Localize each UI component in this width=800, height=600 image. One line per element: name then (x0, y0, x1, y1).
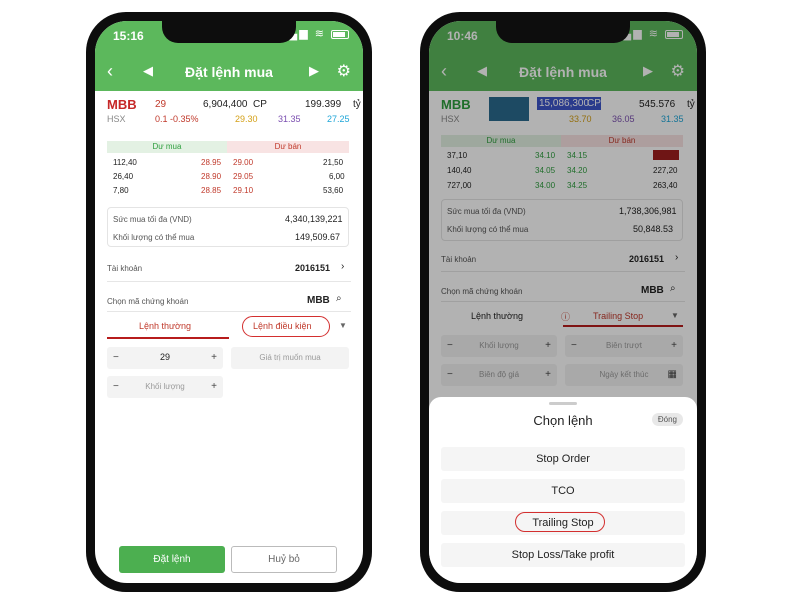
sell-header: Dư bán (227, 141, 349, 153)
option-tco[interactable]: TCO (441, 479, 685, 503)
selected-symbol: MBB (307, 295, 330, 306)
cancel-button[interactable]: Huỷ bỏ (231, 546, 337, 573)
order-form: MBB HSX 29 0.1 -0.35% 6,904,400 CP 199.3… (95, 91, 363, 583)
book-sell-vol: 53,60 (323, 186, 344, 195)
desired-value-placeholder: Giá trị muốn mua (259, 353, 321, 362)
ceiling-price: 31.35 (278, 114, 301, 124)
place-order-button[interactable]: Đặt lệnh (119, 546, 225, 573)
quantity-stepper[interactable]: − Khối lượng + (107, 376, 223, 398)
notch (496, 21, 630, 43)
book-sell-price[interactable]: 29.00 (233, 158, 253, 167)
page-title: Đặt lệnh mua (185, 64, 273, 80)
value-unit: tỷ (353, 99, 361, 110)
book-sell-vol: 21,50 (323, 158, 344, 167)
floor-price: 27.25 (327, 114, 350, 124)
option-stop-loss-take-profit[interactable]: Stop Loss/Take profit (441, 543, 685, 567)
caret-down-icon[interactable]: ▼ (339, 321, 347, 330)
book-buy-price[interactable]: 28.85 (201, 186, 221, 195)
order-type-sheet: Chọn lệnh Đóng Stop Order TCO Trailing S… (429, 397, 697, 583)
ref-price: 29.30 (235, 114, 258, 124)
gear-icon[interactable]: ⚙ (337, 61, 351, 81)
buy-header: Dư mua (107, 141, 227, 153)
tab-conditional-order[interactable]: Lệnh điều kiện (253, 321, 312, 331)
tab-normal-order[interactable]: Lệnh thường (139, 321, 191, 331)
book-buy-vol: 7,80 (113, 186, 129, 195)
phone-left: 15:16 ▂▄▆ ≋ ‹ ◀ Đặt lệnh mua ▶ ⚙ MBB HSX… (86, 12, 372, 592)
exchange: HSX (107, 114, 126, 124)
book-buy-price[interactable]: 28.95 (201, 158, 221, 167)
plus-icon[interactable]: + (211, 381, 217, 392)
price-stepper[interactable]: − 29 + (107, 347, 223, 369)
book-buy-vol: 112,40 (113, 158, 137, 167)
account-value: 2016151 (295, 263, 331, 273)
desired-value-field[interactable]: Giá trị muốn mua (231, 347, 349, 369)
total-value: 199.399 (305, 99, 342, 110)
total-volume: 6,904,400 (203, 99, 248, 110)
max-qty-value: 149,509.67 (295, 232, 341, 242)
screen-left: 15:16 ▂▄▆ ≋ ‹ ◀ Đặt lệnh mua ▶ ⚙ MBB HSX… (95, 21, 363, 583)
select-symbol-label: Chọn mã chứng khoán (107, 297, 189, 306)
account-label: Tài khoản (107, 264, 143, 273)
divider (107, 281, 351, 282)
next-symbol-icon[interactable]: ▶ (309, 63, 319, 79)
book-sell-price[interactable]: 29.10 (233, 186, 253, 195)
tab-active-underline (107, 337, 229, 339)
status-time: 15:16 (113, 29, 144, 43)
symbol: MBB (107, 97, 137, 112)
notch (162, 21, 296, 43)
max-buy-label: Sức mua tối đa (VND) (113, 215, 192, 224)
chevron-right-icon: › (341, 261, 345, 272)
sheet-close-button[interactable]: Đóng (651, 413, 683, 426)
phone-right: 10:46 ▂▄▆ ≋ ‹ ◀ Đặt lệnh mua ▶ ⚙ MBB HSX… (420, 12, 706, 592)
screen-right: 10:46 ▂▄▆ ≋ ‹ ◀ Đặt lệnh mua ▶ ⚙ MBB HSX… (429, 21, 697, 583)
option-stop-order[interactable]: Stop Order (441, 447, 685, 471)
divider (107, 311, 351, 312)
selected-option-outline (515, 512, 605, 532)
max-buy-value: 4,340,139,221 (285, 214, 343, 224)
price-change: 0.1 -0.35% (155, 114, 199, 124)
max-qty-label: Khối lượng có thể mua (113, 233, 195, 242)
last-price: 29 (155, 99, 167, 110)
search-icon[interactable]: ⌕ (336, 293, 342, 304)
book-buy-price[interactable]: 28.90 (201, 172, 221, 181)
book-buy-vol: 26,40 (113, 172, 134, 181)
plus-icon[interactable]: + (211, 352, 217, 363)
volume-unit: CP (253, 99, 267, 110)
book-sell-price[interactable]: 29.05 (233, 172, 253, 181)
price-value[interactable]: 29 (107, 352, 223, 362)
battery-icon (331, 29, 349, 39)
quantity-placeholder: Khối lượng (145, 382, 185, 391)
book-sell-vol: 6,00 (329, 172, 345, 181)
sheet-handle[interactable] (549, 402, 577, 405)
